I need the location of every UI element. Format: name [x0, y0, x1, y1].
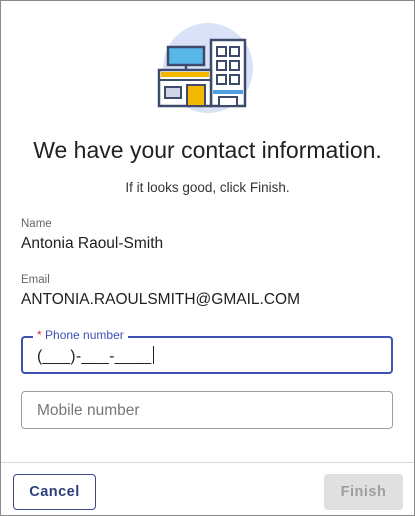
phone-number-mask: (___)-___-____: [37, 348, 152, 365]
text-cursor: [152, 346, 154, 364]
email-value: ANTONIA.RAOULSMITH@GMAIL.COM: [21, 291, 300, 308]
name-value: Antonia Raoul-Smith: [21, 235, 164, 252]
contact-confirmation-dialog: We have your contact information. If it …: [0, 0, 415, 516]
dialog-title: We have your contact information.: [33, 137, 382, 163]
phone-number-value: (___)-___-____: [37, 346, 154, 366]
mobile-number-placeholder: Mobile number: [37, 402, 140, 419]
phone-number-label: * Phone number: [33, 328, 128, 342]
footer-divider: [1, 462, 414, 463]
phone-number-label-text: Phone number: [45, 328, 124, 342]
cancel-button[interactable]: Cancel: [13, 474, 96, 510]
phone-number-field[interactable]: * Phone number (___)-___-____: [21, 328, 393, 374]
finish-button[interactable]: Finish: [324, 474, 403, 510]
required-marker: *: [37, 328, 42, 342]
name-label: Name: [21, 218, 52, 230]
mobile-number-field[interactable]: Mobile number: [21, 391, 393, 429]
email-label: Email: [21, 274, 50, 286]
dialog-subtext: If it looks good, click Finish.: [125, 180, 290, 195]
office-buildings-icon: [157, 23, 253, 113]
